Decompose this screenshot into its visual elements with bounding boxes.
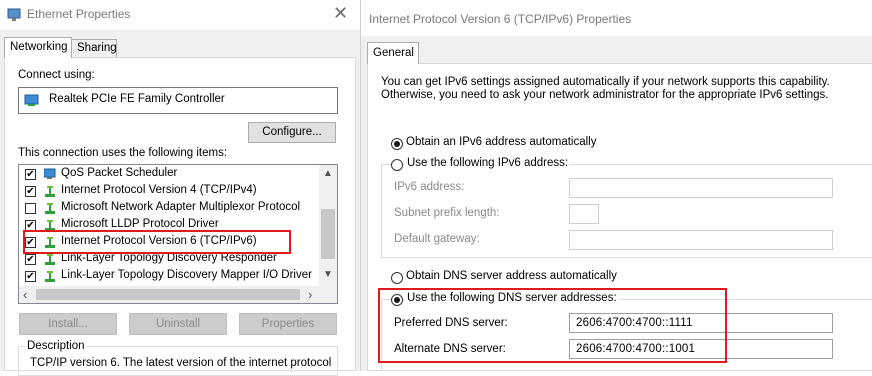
window-title: Internet Protocol Version 6 (TCP/IPv6) P… [369, 12, 632, 26]
item-label: Internet Protocol Version 4 (TCP/IPv4) [61, 184, 257, 196]
obtain-dns-auto-radio[interactable] [391, 272, 403, 284]
title-bar: Ethernet Properties ✕ [0, 0, 360, 30]
obtain-dns-auto-label: Obtain DNS server address automatically [406, 270, 617, 282]
list-item[interactable]: ✔ QoS Packet Scheduler [19, 166, 319, 183]
item-label: Microsoft LLDP Protocol Driver [61, 218, 219, 230]
ipv6-address-input[interactable] [569, 178, 833, 198]
tab-networking[interactable]: Networking [4, 37, 72, 58]
uninstall-button[interactable]: Uninstall [129, 313, 227, 335]
network-adapter-icon [7, 8, 21, 21]
list-item[interactable]: ✔ Internet Protocol Version 4 (TCP/IPv4) [19, 183, 319, 200]
install-button[interactable]: Install... [19, 313, 117, 335]
scroll-up-icon[interactable]: ▲ [323, 168, 333, 179]
title-bar: Internet Protocol Version 6 (TCP/IPv6) P… [361, 0, 872, 36]
scroll-right-icon[interactable]: › [308, 287, 312, 302]
item-checkbox[interactable]: ✔ [25, 271, 36, 282]
tab-sharing[interactable]: Sharing [71, 39, 117, 58]
description-text: TCP/IP version 6. The latest version of … [30, 357, 332, 369]
description-label: Description [25, 340, 87, 352]
subnet-prefix-label: Subnet prefix length: [394, 207, 500, 219]
window-title: Ethernet Properties [27, 7, 131, 21]
tab-sharing-label: Sharing [77, 42, 117, 54]
subnet-prefix-input[interactable] [569, 204, 599, 224]
list-item[interactable]: ✔ Link-Layer Topology Discovery Mapper I/… [19, 268, 319, 285]
item-checkbox[interactable] [25, 203, 36, 214]
close-icon[interactable]: ✕ [333, 3, 348, 24]
use-following-ipv6-radio[interactable] [391, 159, 403, 171]
ethernet-properties-window: Ethernet Properties ✕ Networking Sharing… [0, 0, 360, 376]
ipv6-properties-window: Internet Protocol Version 6 (TCP/IPv6) P… [360, 0, 872, 371]
network-adapter-icon [24, 94, 39, 106]
use-following-ipv6-label: Use the following IPv6 address: [405, 157, 571, 169]
tab-networking-label: Networking [10, 41, 68, 53]
network-protocol-icon [45, 271, 55, 282]
scrollbar-thumb[interactable] [321, 209, 335, 259]
highlight-dns-section [378, 288, 727, 363]
network-protocol-icon [45, 203, 55, 214]
tab-general[interactable]: General [367, 42, 419, 64]
connect-using-label: Connect using: [18, 69, 95, 81]
highlight-ipv6-item [23, 230, 291, 254]
intro-text-line-2: Otherwise, you need to ask your network … [381, 89, 829, 101]
item-checkbox[interactable]: ✔ [25, 254, 36, 265]
item-label: Microsoft Network Adapter Multiplexor Pr… [61, 201, 301, 213]
default-gateway-input[interactable] [569, 230, 833, 250]
adapter-name: Realtek PCIe FE Family Controller [49, 93, 225, 105]
default-gateway-label: Default gateway: [394, 233, 480, 245]
properties-button[interactable]: Properties [239, 313, 337, 335]
item-checkbox[interactable]: ✔ [25, 169, 36, 180]
scroll-down-icon[interactable]: ▼ [323, 269, 333, 280]
scrollbar-thumb[interactable] [36, 289, 300, 300]
ipv6-address-label: IPv6 address: [394, 181, 465, 193]
tab-general-label: General [373, 47, 414, 59]
scroll-left-icon[interactable]: ‹ [23, 287, 27, 302]
network-protocol-icon [45, 186, 55, 197]
item-label: Link-Layer Topology Discovery Mapper I/O… [61, 269, 312, 281]
obtain-ipv6-auto-label: Obtain an IPv6 address automatically [406, 136, 597, 148]
vertical-scrollbar[interactable]: ▲ ▼ [319, 165, 337, 286]
list-item[interactable]: Microsoft Network Adapter Multiplexor Pr… [19, 200, 319, 217]
configure-button[interactable]: Configure... [248, 122, 336, 143]
item-checkbox[interactable]: ✔ [25, 186, 36, 197]
scheduler-icon [44, 168, 56, 179]
items-label: This connection uses the following items… [18, 147, 228, 159]
intro-text-line-1: You can get IPv6 settings assigned autom… [381, 76, 830, 88]
adapter-field: Realtek PCIe FE Family Controller [18, 87, 338, 114]
obtain-ipv6-auto-radio[interactable] [391, 138, 403, 150]
item-label: QoS Packet Scheduler [61, 167, 178, 179]
network-protocol-icon [45, 254, 55, 265]
horizontal-scrollbar[interactable]: ‹ › [19, 286, 337, 303]
